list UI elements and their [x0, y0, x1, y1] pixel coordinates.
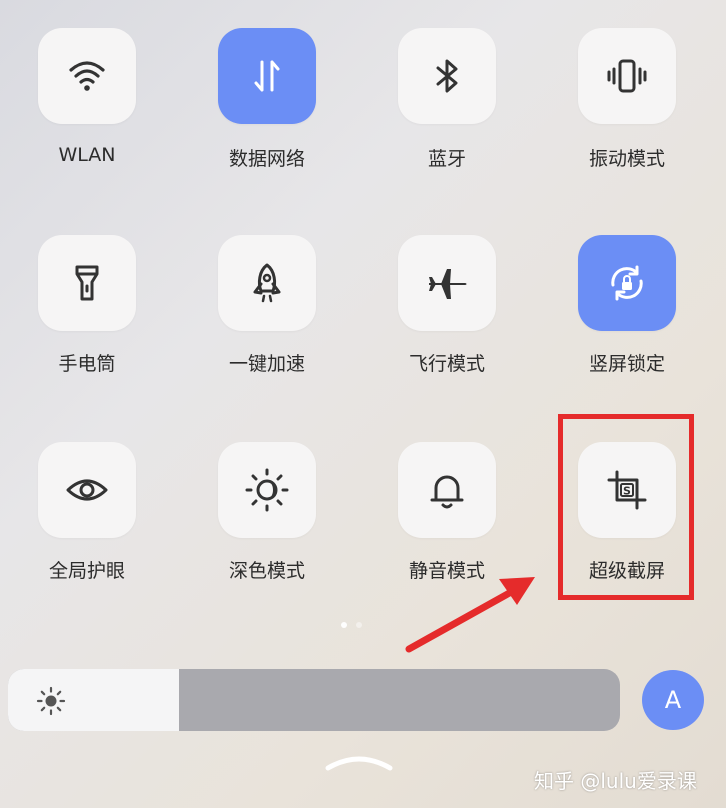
tile-eye-care[interactable] [38, 442, 136, 538]
arrow-icon [405, 577, 535, 653]
collapse-chevron-icon[interactable] [324, 750, 394, 772]
tile-label-rotation-lock: 竖屏锁定 [588, 353, 665, 375]
tile-silent-mode[interactable] [398, 442, 496, 538]
eye-icon [66, 479, 108, 501]
sun-icon [36, 686, 66, 716]
page-dot-active [341, 622, 347, 628]
tile-airplane[interactable] [398, 235, 496, 331]
rotation-lock-icon [611, 265, 643, 301]
tile-label-vibrate: 振动模式 [588, 148, 665, 170]
tile-data-network[interactable] [218, 28, 316, 124]
tile-vibrate[interactable] [578, 28, 676, 124]
auto-brightness-button[interactable]: A [642, 670, 704, 730]
brightness-fill [8, 669, 180, 731]
tile-flashlight[interactable] [38, 235, 136, 331]
data-network-icon [254, 60, 280, 92]
highlight-box [558, 414, 694, 600]
brightness-slider[interactable] [8, 669, 620, 731]
vibrate-icon [607, 59, 647, 93]
tile-label-data-network: 数据网络 [228, 148, 305, 170]
tile-label-flashlight: 手电筒 [58, 353, 116, 375]
tile-label-eye-care: 全局护眼 [48, 560, 125, 582]
rocket-icon [253, 263, 281, 303]
dark-mode-icon [245, 468, 289, 512]
bluetooth-icon [436, 59, 458, 93]
watermark: 知乎 @lulu爱录课 [534, 769, 697, 793]
page-dot [356, 622, 362, 628]
tile-dark-mode[interactable] [218, 442, 316, 538]
tile-wlan[interactable] [38, 28, 136, 124]
page-indicator [341, 622, 362, 628]
wifi-icon [69, 61, 105, 91]
tile-label-airplane: 飞行模式 [408, 353, 485, 375]
bell-icon [430, 475, 464, 509]
tile-label-one-key-boost: 一键加速 [228, 353, 305, 375]
tile-one-key-boost[interactable] [218, 235, 316, 331]
tile-label-bluetooth: 蓝牙 [427, 148, 466, 170]
tile-rotation-lock[interactable] [578, 235, 676, 331]
tile-label-wlan: WLAN [58, 144, 116, 166]
flashlight-icon [75, 265, 99, 301]
tile-bluetooth[interactable] [398, 28, 496, 124]
airplane-icon [429, 269, 467, 299]
tile-label-dark-mode: 深色模式 [228, 560, 305, 582]
